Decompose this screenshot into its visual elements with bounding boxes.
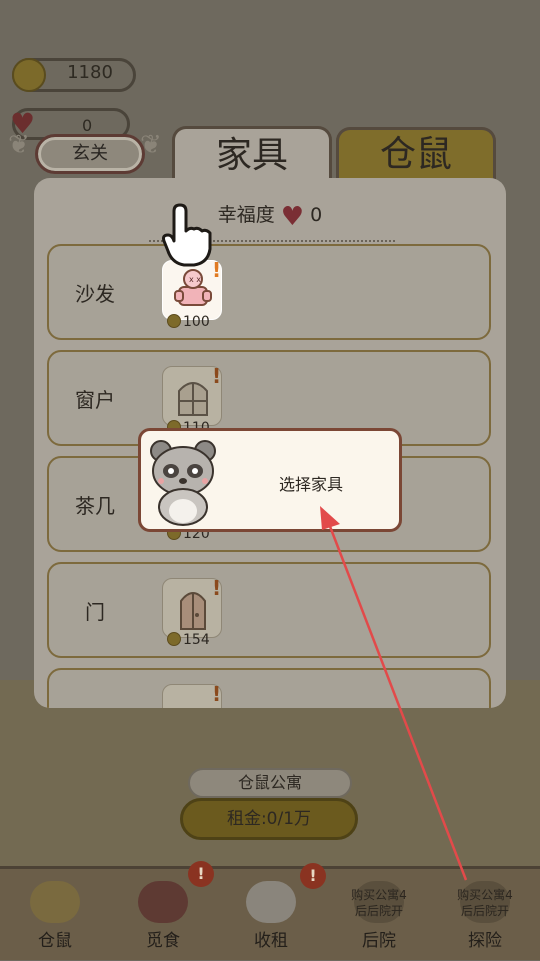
nav-hamster[interactable]: 仓鼠 bbox=[2, 873, 108, 961]
item-label: 窗户 bbox=[75, 388, 115, 412]
furniture-item-partial[interactable]: ! bbox=[47, 668, 491, 708]
heart-amount: 0 bbox=[82, 116, 93, 135]
left-wing-icon: ❦ bbox=[8, 130, 30, 160]
item-label: 门 bbox=[85, 600, 105, 624]
hamster-icon bbox=[30, 881, 80, 923]
coin-icon bbox=[167, 632, 181, 646]
apartment-sign: 仓鼠公寓 bbox=[188, 768, 352, 798]
alert-badge-icon: ! bbox=[188, 861, 214, 887]
happiness-label: 幸福度 bbox=[217, 204, 275, 226]
tab-hamster[interactable]: 仓鼠 bbox=[336, 127, 496, 185]
coin-icon bbox=[12, 58, 46, 92]
new-alert-icon: ! bbox=[212, 364, 222, 388]
new-alert-icon: ! bbox=[212, 682, 222, 706]
locked-note: 购买公寓4 后后院开 bbox=[351, 888, 407, 918]
nav-label: 探险 bbox=[468, 931, 502, 951]
nav-label: 后院 bbox=[362, 931, 396, 951]
bottom-nav: 仓鼠 ! 觅食 ! 收租 购买公寓4 后后院开 后院 购买公寓4 后后院开 探险 bbox=[0, 861, 540, 961]
rent-bubble[interactable]: 租金:0/1万 bbox=[180, 798, 358, 840]
maneki-cat-icon bbox=[246, 881, 296, 923]
happiness-row: 幸福度 ♥ 0 bbox=[34, 200, 506, 232]
nav-backyard[interactable]: 购买公寓4 后后院开 后院 bbox=[326, 873, 432, 961]
heart-icon: ♥ bbox=[280, 202, 305, 232]
nav-label: 收租 bbox=[254, 931, 288, 951]
locked-note: 购买公寓4 后后院开 bbox=[457, 888, 513, 918]
item-label: 茶几 bbox=[75, 494, 115, 518]
furniture-item-sofa[interactable]: 沙发 x x ! 100 bbox=[47, 244, 491, 340]
nav-label: 觅食 bbox=[146, 931, 180, 951]
item-price: 154 bbox=[167, 632, 210, 648]
happiness-value: 0 bbox=[310, 204, 323, 226]
new-alert-icon: ! bbox=[212, 576, 222, 600]
svg-text:x x: x x bbox=[189, 275, 201, 284]
nav-label: 仓鼠 bbox=[38, 931, 72, 951]
raccoon-hamster-icon bbox=[150, 440, 216, 526]
tutorial-tooltip: 选择家具 bbox=[138, 428, 402, 532]
pointing-hand-icon bbox=[162, 203, 212, 267]
nav-forage[interactable]: ! 觅食 bbox=[110, 861, 216, 961]
coin-icon bbox=[167, 314, 181, 328]
entrance-button[interactable]: 玄关 bbox=[35, 134, 145, 174]
item-label: 沙发 bbox=[75, 282, 115, 306]
food-bowl-icon bbox=[138, 881, 188, 923]
furniture-item-door[interactable]: 门 ! 154 bbox=[47, 562, 491, 658]
item-price: 100 bbox=[167, 314, 210, 330]
tooltip-text: 选择家具 bbox=[278, 475, 343, 494]
nav-explore[interactable]: 购买公寓4 后后院开 探险 bbox=[432, 873, 538, 961]
right-wing-icon: ❦ bbox=[140, 130, 162, 160]
alert-badge-icon: ! bbox=[300, 863, 326, 889]
nav-collect-rent[interactable]: ! 收租 bbox=[218, 863, 326, 961]
coin-amount: 1180 bbox=[67, 62, 113, 83]
